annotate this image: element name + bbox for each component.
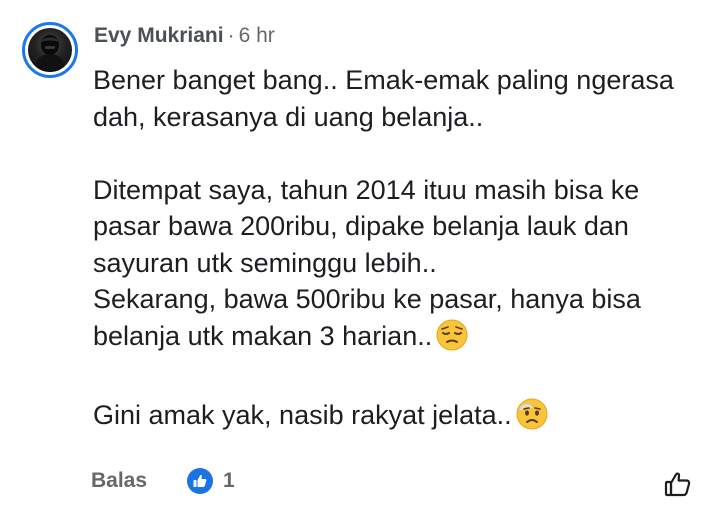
comment-paragraph: Ditempat saya, tahun 2014 ituu masih bis… (93, 172, 713, 361)
pensive-face-emoji (436, 319, 468, 361)
avatar-photo (28, 28, 72, 72)
avatar-silhouette (34, 35, 66, 72)
comment-body: Bener banget bang.. Emak-emak paling nge… (93, 62, 713, 439)
comment-actions: Balas 1 (91, 466, 235, 496)
comment-line: Gini amak yak, nasib rakyat jelata.. (93, 399, 512, 430)
like-icon (187, 468, 214, 494)
reply-button[interactable]: Balas (91, 469, 147, 493)
timestamp[interactable]: 6 hr (239, 24, 275, 47)
comment-paragraph: Gini amak yak, nasib rakyat jelata.. (93, 397, 713, 440)
author-name[interactable]: Evy Mukriani (94, 24, 224, 47)
reaction-count: 1 (223, 469, 235, 492)
comment-header: Evy Mukriani · 6 hr (94, 22, 275, 50)
reaction-summary[interactable]: 1 (187, 468, 235, 494)
separator-dot: · (227, 24, 235, 47)
avatar[interactable] (22, 22, 78, 78)
thumbs-up-outline-icon[interactable] (662, 468, 694, 500)
comment-paragraph: Bener banget bang.. Emak-emak paling nge… (93, 65, 674, 132)
comment-line: Ditempat saya, tahun 2014 ituu masih bis… (93, 174, 640, 278)
worried-face-emoji (516, 398, 548, 440)
comment-line: Sekarang, bawa 500ribu ke pasar, hanya b… (93, 284, 641, 351)
